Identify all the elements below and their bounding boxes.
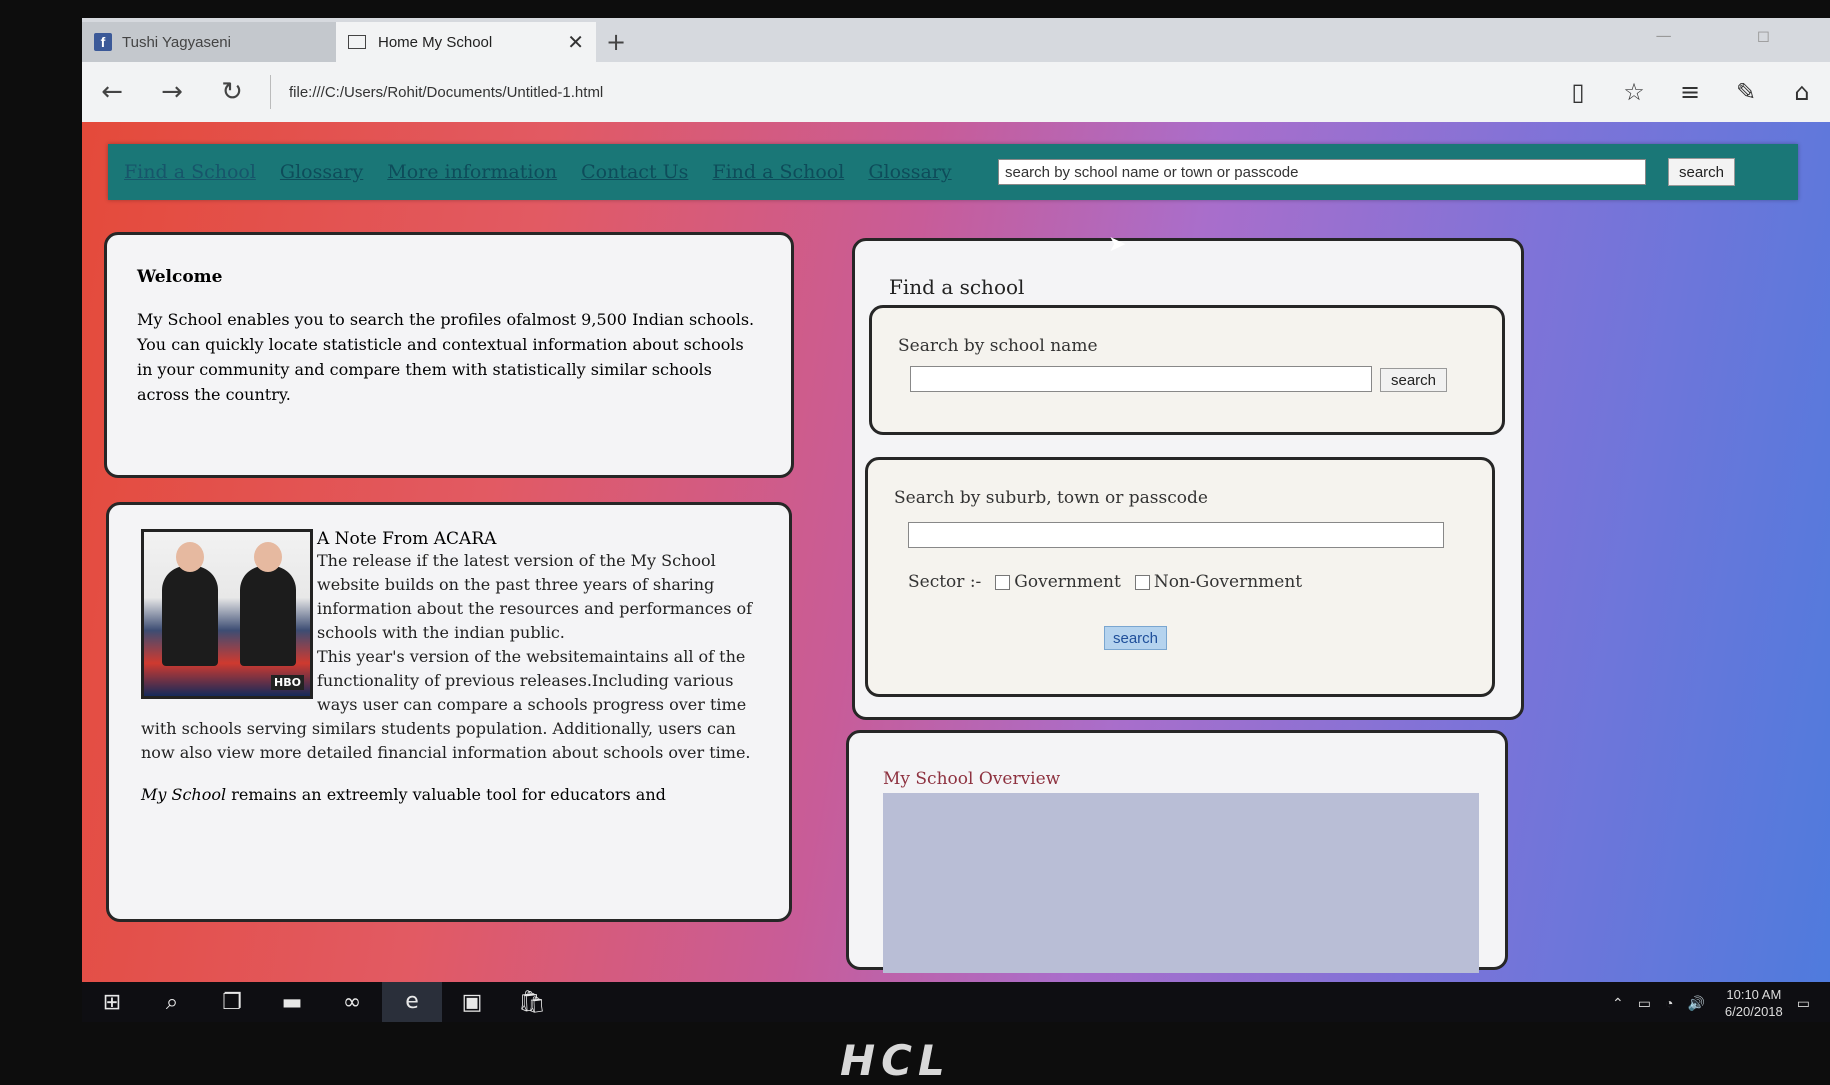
overview-panel: My School Overview [846, 730, 1508, 973]
non-government-checkbox[interactable] [1134, 574, 1150, 590]
note-last-rest: remains an extreemly valuable tool for e… [226, 785, 666, 804]
favorite-star-icon[interactable]: ☆ [1606, 78, 1662, 106]
refresh-icon[interactable]: ↻ [202, 77, 262, 107]
tab-facebook[interactable]: f Tushi Yagyaseni [82, 22, 336, 62]
nav-link-glossary-2[interactable]: Glossary [868, 161, 951, 183]
tab-home-my-school[interactable]: Home My School ✕ [336, 22, 596, 62]
wifi-icon[interactable]: ◔ [1665, 995, 1673, 1011]
window-controls[interactable]: — ◻ [1656, 26, 1810, 45]
chevron-up-icon[interactable]: ⌃ [1612, 995, 1624, 1012]
close-tab-icon[interactable]: ✕ [567, 30, 584, 55]
search-icon[interactable]: ⌕ [142, 990, 202, 1015]
tab-label: Tushi Yagyaseni [122, 33, 231, 51]
note-last-line: My School remains an extreemly valuable … [141, 785, 757, 804]
tab-label: Home My School [378, 33, 493, 51]
figure-left-head [176, 542, 204, 572]
back-icon[interactable]: ← [82, 77, 142, 107]
top-navigation: Find a School Glossary More information … [108, 144, 1798, 200]
figure-left [162, 566, 218, 666]
task-view-icon[interactable]: ❐ [202, 990, 262, 1015]
hbo-logo: HBO [271, 675, 304, 690]
note-last-italic: My School [141, 785, 227, 804]
battery-icon[interactable]: ▭ [1638, 995, 1651, 1012]
top-search-input[interactable] [998, 159, 1646, 185]
search-by-name-label: Search by school name [898, 336, 1098, 356]
government-label: Government [1014, 572, 1121, 592]
clock[interactable]: 10:10 AM 6/20/2018 [1725, 986, 1783, 1020]
find-school-panel: Find a school Search by school name sear… [852, 238, 1524, 720]
nav-link-more-information[interactable]: More information [387, 161, 557, 183]
nav-link-glossary[interactable]: Glossary [280, 161, 363, 183]
search-by-suburb-box: Search by suburb, town or passcode Secto… [865, 457, 1495, 697]
nav-link-find-a-school[interactable]: Find a School [124, 161, 256, 183]
nav-links: Find a School Glossary More information … [108, 161, 988, 183]
screen: f Tushi Yagyaseni Home My School ✕ + — ◻… [82, 18, 1830, 1022]
welcome-line-2: You can quickly locate statisticle and c… [137, 335, 744, 404]
hcl-logo: HCL [840, 1036, 951, 1085]
welcome-line-1: My School enables you to search the prof… [137, 310, 755, 329]
nav-link-find-a-school-2[interactable]: Find a School [712, 161, 844, 183]
welcome-panel: Welcome My School enables you to search … [104, 232, 794, 478]
search-by-suburb-label: Search by suburb, town or passcode [894, 488, 1208, 508]
notifications-icon[interactable]: ▭ [1797, 995, 1810, 1012]
government-checkbox[interactable] [995, 574, 1011, 590]
windows-start-icon[interactable]: ⊞ [82, 990, 142, 1015]
share-icon[interactable]: ⌂ [1774, 78, 1830, 106]
suburb-input[interactable] [908, 522, 1444, 548]
figure-right [240, 566, 296, 666]
note-panel: HBO A Note From ACARA The release if the… [106, 502, 792, 922]
sector-options: Sector :- Government Non-Government [908, 572, 1302, 592]
clock-time: 10:10 AM [1726, 987, 1782, 1002]
tab-bar: f Tushi Yagyaseni Home My School ✕ + — ◻ [82, 18, 1830, 62]
web-note-icon[interactable]: ✎ [1718, 78, 1774, 106]
sector-label: Sector :- [908, 572, 982, 592]
search-by-name-box: Search by school name search [869, 305, 1505, 435]
mouse-cursor-icon: ➤ [1108, 232, 1127, 257]
figure-right-head [254, 542, 282, 572]
file-explorer-icon[interactable]: ▬ [262, 990, 322, 1015]
page-viewport: Find a School Glossary More information … [82, 122, 1830, 982]
top-search-button[interactable]: search [1668, 158, 1736, 186]
store-icon[interactable]: 🛍 [502, 990, 562, 1015]
monitor-bezel: f Tushi Yagyaseni Home My School ✕ + — ◻… [0, 0, 1830, 1085]
url-field[interactable]: file:///C:/Users/Rohit/Documents/Untitle… [289, 84, 1550, 101]
new-tab-button[interactable]: + [596, 22, 636, 62]
divider [270, 75, 271, 109]
edge-browser-icon[interactable]: e [382, 982, 442, 1022]
visual-studio-icon[interactable]: ∞ [322, 990, 382, 1015]
note-image: HBO [141, 529, 313, 699]
forward-icon[interactable]: → [142, 77, 202, 107]
clock-date: 6/20/2018 [1724, 1004, 1783, 1019]
hub-icon[interactable]: ≡ [1662, 78, 1718, 106]
reading-view-icon[interactable]: ▯ [1550, 78, 1606, 106]
find-school-title: Find a school [889, 275, 1025, 299]
address-bar: ← → ↻ file:///C:/Users/Rohit/Documents/U… [82, 62, 1830, 122]
search-by-name-button[interactable]: search [1380, 368, 1448, 392]
app-icon[interactable]: ▣ [442, 990, 502, 1015]
overview-title: My School Overview [883, 769, 1061, 789]
search-by-suburb-button[interactable]: search [1104, 626, 1168, 650]
welcome-title: Welcome [137, 267, 223, 287]
non-government-label: Non-Government [1153, 572, 1303, 592]
taskbar: ⊞ ⌕ ❐ ▬ ∞ e ▣ 🛍 ⌃ ▭ ◔ 🔊 10:10 AM 6/20/20… [82, 982, 1830, 1022]
school-name-input[interactable] [910, 366, 1372, 392]
page-icon [348, 35, 366, 49]
volume-icon[interactable]: 🔊 [1687, 995, 1704, 1012]
overview-image [883, 793, 1479, 973]
nav-link-contact-us[interactable]: Contact Us [581, 161, 688, 183]
facebook-icon: f [94, 33, 112, 51]
system-tray: ⌃ ▭ ◔ 🔊 10:10 AM 6/20/2018 ▭ [1598, 986, 1810, 1020]
